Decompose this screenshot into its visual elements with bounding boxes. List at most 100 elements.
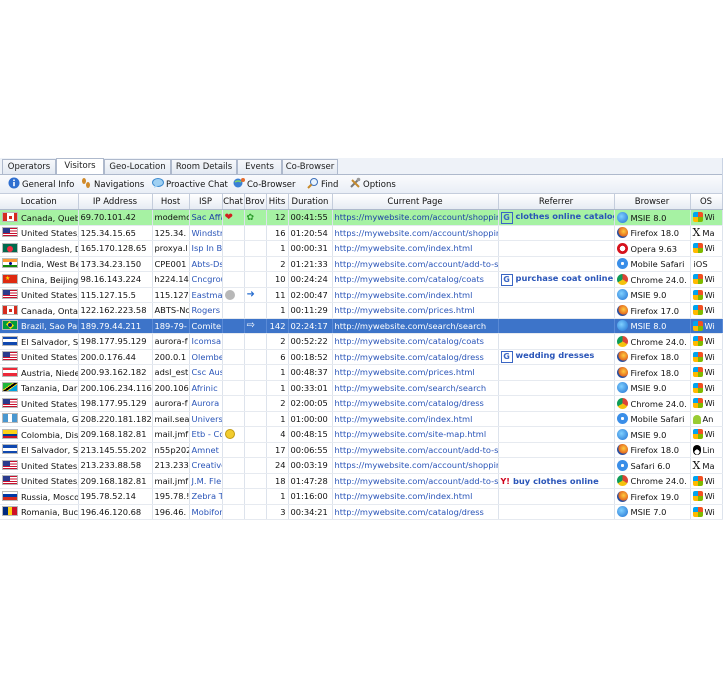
column-header-referrer[interactable]: Referrer bbox=[498, 194, 615, 210]
table-row[interactable]: United States, 213.233.88.58 213.233 Creati… bbox=[0, 457, 723, 474]
tab-co-browser[interactable]: Co-Browser bbox=[282, 159, 338, 174]
toolbar-label: Co-Browser bbox=[247, 180, 296, 190]
current-page-cell[interactable]: http://mywebsite.com/account/add-to-sh bbox=[332, 256, 499, 272]
current-page-cell[interactable]: http://mywebsite.com/catalog/coats bbox=[332, 271, 499, 288]
cobrowse-leaf-icon[interactable]: ✿ bbox=[247, 213, 255, 223]
table-row[interactable]: United States, 209.168.182.81 mail.jmf J.M.… bbox=[0, 473, 723, 489]
current-page-cell[interactable]: https://mywebsite.com/account/shopping- bbox=[332, 209, 499, 226]
table-row[interactable]: Guatemala, Gu 208.220.181.182 mail.sea Univ… bbox=[0, 411, 723, 427]
chat-cell bbox=[222, 426, 245, 443]
table-row[interactable]: Tanzania, Dar 200.106.234.116 200.106 Afrin… bbox=[0, 380, 723, 396]
table-row[interactable]: El Salvador, Sa 198.177.95.129 aurora-f Ico… bbox=[0, 333, 723, 350]
table-row[interactable]: Colombia, Dist 209.168.182.81 mail.jmf Etb … bbox=[0, 426, 723, 443]
referrer-keyword[interactable]: wedding dresses bbox=[516, 350, 595, 360]
firefox-browser-icon bbox=[616, 351, 628, 363]
heart-icon[interactable]: ❤ bbox=[225, 212, 233, 223]
column-header-duration[interactable]: Duration bbox=[288, 194, 333, 210]
cell-text: Wi bbox=[704, 491, 715, 502]
current-page-cell[interactable]: http://mywebsite.com/search/search bbox=[332, 380, 499, 396]
current-page-cell[interactable]: http://mywebsite.com/search/search bbox=[332, 318, 499, 334]
cell-text: 195.78.! bbox=[154, 491, 189, 502]
referrer-keyword[interactable]: buy clothes online bbox=[513, 476, 599, 486]
table-row[interactable]: Canada, Queb69.70.101.42 modemcSac Affa❤ ✿… bbox=[0, 209, 723, 226]
table-row[interactable]: El Salvador, Sa 213.145.55.202 n55p202 Amne… bbox=[0, 442, 723, 458]
table-row[interactable]: Brazil, Sao Pau 189.79.44.211 189-79- Comit… bbox=[0, 318, 723, 334]
column-header-chat[interactable]: Chat bbox=[222, 194, 245, 210]
toolbar-options-button[interactable]: Options bbox=[349, 177, 396, 191]
current-page-cell[interactable]: http://mywebsite.com/prices.html bbox=[332, 364, 499, 381]
toolbar-co-browser-button[interactable]: Co-Browser bbox=[233, 177, 296, 191]
cell-text: Csc Aus bbox=[191, 367, 222, 378]
tab-events[interactable]: Events bbox=[237, 159, 282, 174]
current-page-cell[interactable]: http://mywebsite.com/index.html bbox=[332, 240, 499, 257]
cobrowse-arrow-icon[interactable]: ➜ bbox=[247, 289, 255, 300]
referrer-keyword[interactable]: purchase coat online bbox=[516, 273, 614, 283]
column-header-os[interactable]: OS bbox=[690, 194, 723, 210]
table-row[interactable]: ★ China, Beijing, 98.16.143.224 h224.14 Cncg… bbox=[0, 271, 723, 288]
cobrowse-arrow-icon[interactable]: ⇨ bbox=[247, 320, 255, 331]
windows-os-icon bbox=[692, 351, 705, 362]
table-row[interactable]: Russia, Mosco 195.78.52.14 195.78.! Zebra T… bbox=[0, 488, 723, 505]
current-page-cell[interactable]: http://mywebsite.com/catalog/dress bbox=[332, 395, 499, 412]
table-row[interactable]: Austria, Niede 200.93.162.182 adsl_est Csc … bbox=[0, 364, 723, 381]
windows-os-icon bbox=[692, 398, 705, 409]
isp-cell: Windstr bbox=[189, 225, 223, 241]
cell-text: Afrinic bbox=[191, 382, 218, 393]
table-row[interactable]: United States, 198.177.95.129 aurora-f Auro… bbox=[0, 395, 723, 412]
tab-geo-location[interactable]: Geo-Location bbox=[104, 159, 171, 174]
cell-text: United States, bbox=[21, 398, 78, 409]
column-header-isp[interactable]: ISP bbox=[189, 194, 223, 210]
current-page-cell[interactable]: https://mywebsite.com/account/shopping- bbox=[332, 457, 499, 474]
ip-address-cell: 98.16.143.224 bbox=[78, 271, 153, 288]
cell-text: United States, bbox=[21, 352, 78, 363]
table-row[interactable]: Romania, Bucu 196.46.120.68 196.46. Mobifon… bbox=[0, 504, 723, 520]
tab-room-details[interactable]: Room Details bbox=[171, 159, 237, 174]
location-cell: Tanzania, Dar bbox=[0, 380, 79, 396]
browser-cell: Chrome 24.0. bbox=[614, 473, 691, 489]
current-page-cell[interactable]: http://mywebsite.com/index.html bbox=[332, 287, 499, 303]
toolbar-proactive-chat-button[interactable]: Proactive Chat bbox=[152, 177, 228, 191]
current-page-cell[interactable]: http://mywebsite.com/prices.html bbox=[332, 302, 499, 319]
windows-os-icon bbox=[692, 305, 705, 316]
browse-cell: ⇨ bbox=[244, 318, 267, 334]
toolbar-navigations-button[interactable]: Navigations bbox=[80, 177, 144, 191]
current-page-cell[interactable]: http://mywebsite.com/account/add-to-sh bbox=[332, 442, 499, 458]
current-page-cell[interactable]: http://mywebsite.com/account/add-to-sh bbox=[332, 473, 499, 489]
location-cell: United States, bbox=[0, 457, 79, 474]
column-header-host[interactable]: Host bbox=[152, 194, 190, 210]
chat-active-icon[interactable] bbox=[224, 429, 235, 440]
table-row[interactable]: India, West Be 173.34.23.150 CPE001 Abts-Ds… bbox=[0, 256, 723, 272]
ip-address-cell: 173.34.23.150 bbox=[78, 256, 153, 272]
cell-text: 01:47:28 bbox=[290, 475, 328, 486]
table-row[interactable]: Bangladesh, D 165.170.128.65 proxya.l Isp I… bbox=[0, 240, 723, 257]
russia-flag-icon bbox=[2, 490, 18, 501]
tab-visitors[interactable]: Visitors bbox=[56, 158, 104, 174]
column-header-location[interactable]: Location bbox=[0, 194, 79, 210]
referrer-keyword[interactable]: clothes online catalog bbox=[516, 211, 614, 221]
cell-text: Wi bbox=[704, 367, 715, 378]
current-page-cell[interactable]: http://mywebsite.com/catalog/dress bbox=[332, 349, 499, 365]
cell-text: 200.106 bbox=[154, 382, 189, 393]
toolbar-find-button[interactable]: Find bbox=[307, 177, 338, 191]
toolbar-general-info-button[interactable]: General Info bbox=[8, 177, 74, 191]
current-page-cell[interactable]: http://mywebsite.com/catalog/dress bbox=[332, 504, 499, 520]
chat-idle-icon[interactable] bbox=[224, 289, 235, 300]
column-header-ip-address[interactable]: IP Address bbox=[78, 194, 153, 210]
tab-operators[interactable]: Operators bbox=[2, 159, 56, 174]
current-page-cell[interactable]: http://mywebsite.com/index.html bbox=[332, 488, 499, 505]
table-row[interactable]: United States,115.127.15.5 115.127Eastmar… bbox=[0, 287, 723, 303]
table-row[interactable]: Canada, Onta 122.162.223.58 ABTS-Nc Rogers 1… bbox=[0, 302, 723, 319]
current-page-cell[interactable]: http://mywebsite.com/catalog/coats bbox=[332, 333, 499, 350]
table-row[interactable]: United States, 200.0.176.44 200.0.1 Olembe 6… bbox=[0, 349, 723, 365]
current-page-cell[interactable]: http://mywebsite.com/index.html bbox=[332, 411, 499, 427]
current-page-cell[interactable]: http://mywebsite.com/site-map.html bbox=[332, 426, 499, 443]
current-page-cell[interactable]: https://mywebsite.com/account/shopping- bbox=[332, 225, 499, 241]
cell-text: 10 bbox=[274, 274, 286, 285]
table-row[interactable]: United States, 125.34.15.65 125.34. Windstr… bbox=[0, 225, 723, 241]
location-cell: El Salvador, Sa bbox=[0, 442, 79, 458]
column-header-current-page[interactable]: Current Page bbox=[332, 194, 499, 210]
column-header-browser[interactable]: Browser bbox=[614, 194, 691, 210]
windows-os-icon bbox=[692, 336, 705, 347]
column-header-brov[interactable]: Brov bbox=[244, 194, 267, 210]
column-header-hits[interactable]: Hits bbox=[266, 194, 289, 210]
